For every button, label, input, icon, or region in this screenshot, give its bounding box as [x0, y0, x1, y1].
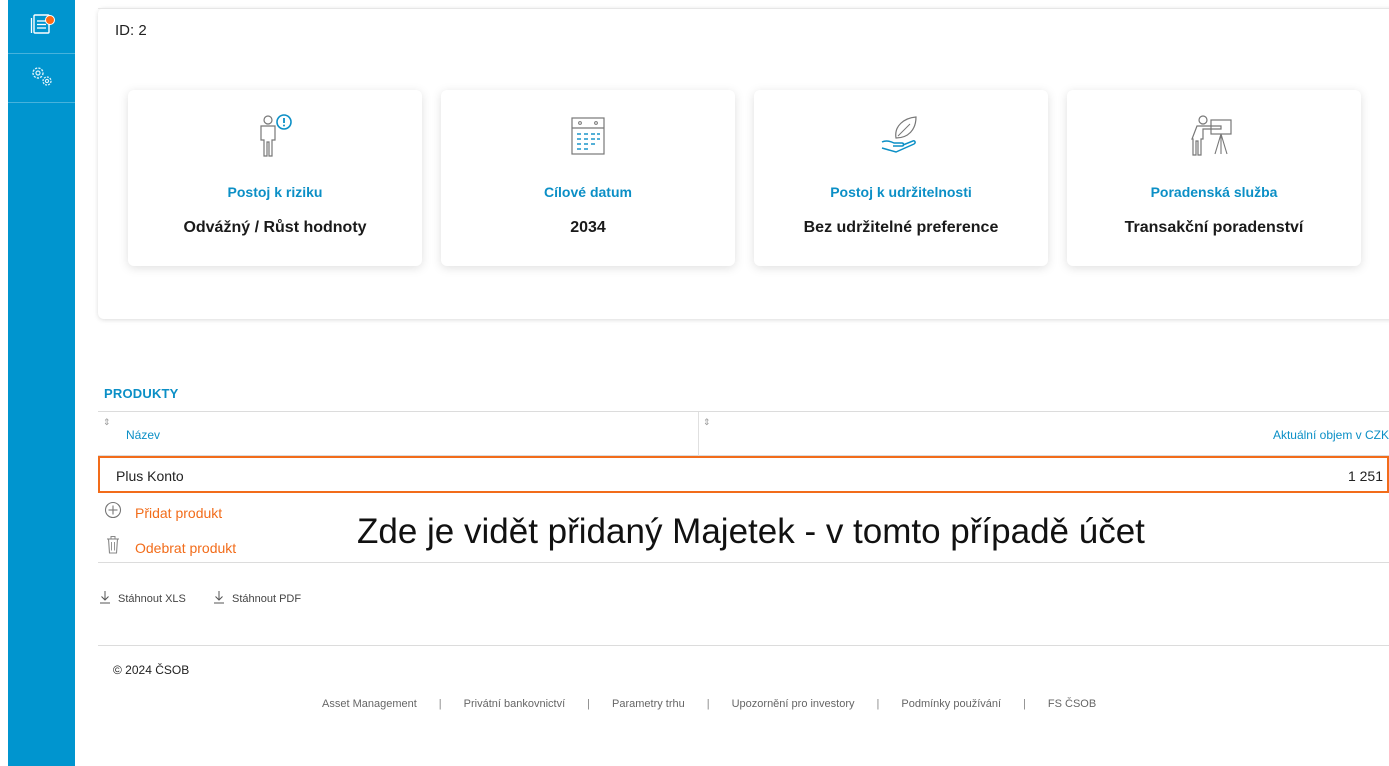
download-icon: [99, 590, 111, 607]
footer-links: Asset Management | Privátní bankovnictví…: [322, 698, 1096, 710]
target-date-tile: Cílové datum 2034: [441, 90, 735, 266]
sort-icon[interactable]: ⇕: [103, 417, 111, 428]
remove-product-button[interactable]: Odebrat produkt: [104, 535, 236, 560]
footer-separator: |: [587, 698, 590, 710]
footer-separator: |: [1023, 698, 1026, 710]
sidebar: [8, 0, 75, 766]
person-alert-icon: [128, 112, 422, 160]
column-header-volume[interactable]: Aktuální objem v CZK: [1273, 428, 1389, 442]
footer-link-market-parameters[interactable]: Parametry trhu: [612, 698, 685, 710]
footer-separator: |: [876, 698, 880, 710]
advisory-service-tile: Poradenská služba Transakční poradenství: [1067, 90, 1361, 266]
sidebar-item-settings[interactable]: [8, 55, 75, 103]
annotation-caption: Zde je vidět přidaný Majetek - v tomto p…: [357, 512, 1145, 551]
column-divider: [698, 412, 699, 456]
product-name: Plus Konto: [116, 468, 184, 484]
presenter-board-icon: [1067, 112, 1361, 160]
footer-link-asset-management[interactable]: Asset Management: [322, 698, 417, 710]
footer-separator: |: [438, 698, 442, 710]
products-heading: PRODUKTY: [104, 386, 179, 401]
footer-link-fs-csob[interactable]: FS ČSOB: [1048, 698, 1096, 710]
tile-title: Postoj k riziku: [227, 184, 323, 200]
risk-attitude-tile: Postoj k riziku Odvážný / Růst hodnoty: [128, 90, 422, 266]
add-product-label: Přidat produkt: [135, 504, 223, 521]
hand-leaf-icon: [754, 112, 1048, 160]
calendar-icon: [441, 112, 735, 160]
trash-icon: [104, 535, 122, 560]
table-row[interactable]: Plus Konto 1 251: [98, 456, 1389, 493]
tile-value: Transakční poradenství: [1124, 219, 1304, 236]
product-volume: 1 251: [1347, 468, 1383, 484]
copyright: © 2024 ČSOB: [113, 663, 190, 677]
download-pdf-button[interactable]: Stáhnout PDF: [213, 590, 301, 607]
gears-icon: [29, 64, 55, 93]
tile-value: Odvážný / Růst hodnoty: [183, 219, 367, 236]
sidebar-item-portfolio[interactable]: [8, 0, 75, 54]
remove-product-label: Odebrat produkt: [135, 539, 237, 556]
top-divider: [98, 8, 1389, 9]
tile-title: Poradenská služba: [1150, 184, 1278, 200]
notification-badge: [45, 15, 55, 25]
download-pdf-label: Stáhnout PDF: [232, 592, 302, 605]
client-id-label: ID: 2: [115, 22, 147, 39]
footer-link-investor-notice[interactable]: Upozornění pro investory: [732, 698, 855, 710]
footer-link-terms-of-use[interactable]: Podmínky používání: [901, 698, 1001, 710]
footer-separator: |: [706, 698, 710, 710]
plus-circle-icon: [104, 501, 122, 524]
tile-title: Cílové datum: [544, 184, 632, 200]
tile-value: 2034: [570, 219, 606, 236]
column-header-name[interactable]: Název: [126, 428, 160, 442]
footer-link-private-banking[interactable]: Privátní bankovnictví: [464, 698, 566, 710]
actions-divider: [98, 562, 1389, 563]
add-product-button[interactable]: Přidat produkt: [104, 501, 222, 524]
sustainability-tile: Postoj k udržitelnosti Bez udržitelné pr…: [754, 90, 1048, 266]
tile-title: Postoj k udržitelnosti: [830, 184, 972, 200]
sort-icon[interactable]: ⇕: [703, 417, 711, 428]
download-icon: [213, 590, 225, 607]
footer-divider: [98, 645, 1389, 646]
download-xls-button[interactable]: Stáhnout XLS: [99, 590, 186, 607]
tile-value: Bez udržitelné preference: [803, 219, 999, 236]
download-xls-label: Stáhnout XLS: [118, 592, 186, 605]
products-table-header: ⇕ Název ⇕ Aktuální objem v CZK: [98, 411, 1389, 456]
